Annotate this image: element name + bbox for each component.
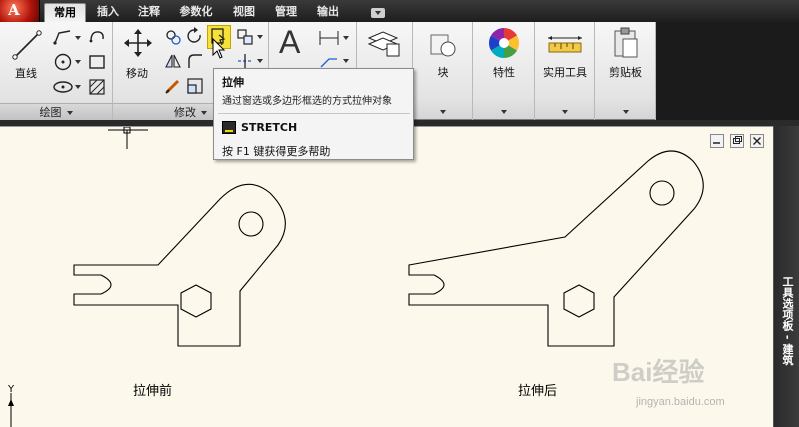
- tab-insert[interactable]: 插入: [90, 3, 126, 22]
- fillet-icon[interactable]: [185, 51, 205, 71]
- application-menu-button[interactable]: A: [0, 0, 40, 22]
- block-label: 块: [437, 66, 449, 79]
- trim-dropdown-icon[interactable]: [257, 59, 263, 63]
- polyline-icon[interactable]: [52, 27, 74, 47]
- block-icon[interactable]: [427, 28, 459, 60]
- line-label: 直线: [15, 67, 37, 80]
- circle-dropdown-icon[interactable]: [75, 60, 81, 64]
- draw-panel-title-label: 绘图: [39, 106, 62, 119]
- tab-annotate[interactable]: 注释: [131, 3, 167, 22]
- minimize-icon[interactable]: [710, 134, 724, 148]
- chevron-down-icon: [66, 111, 73, 115]
- caption-before: 拉伸前: [133, 384, 173, 399]
- mirror-icon[interactable]: [163, 51, 183, 71]
- tab-parametric[interactable]: 参数化: [172, 3, 220, 22]
- mouse-pointer-icon: [212, 38, 226, 59]
- dimension-icon[interactable]: [317, 28, 341, 48]
- baidu-watermark: Bai经验 jingyan.baidu.com: [612, 352, 772, 422]
- tab-output[interactable]: 输出: [310, 3, 346, 22]
- rectangle-icon[interactable]: [87, 52, 107, 72]
- rotate-icon[interactable]: [185, 27, 205, 47]
- stretch-tooltip: 拉伸 通过窗选或多边形框选的方式拉伸对象 STRETCH 按 F1 键获得更多帮…: [213, 68, 414, 160]
- paste-icon[interactable]: [611, 26, 641, 60]
- array-dropdown-icon[interactable]: [257, 35, 263, 39]
- leader-dropdown-icon[interactable]: [343, 59, 349, 63]
- command-line-icon: [222, 121, 236, 134]
- layer-properties-icon[interactable]: [365, 26, 401, 58]
- ucs-y-label: Y: [8, 384, 15, 395]
- tooltip-description: 通过窗选或多边形框选的方式拉伸对象: [222, 96, 392, 107]
- line-icon[interactable]: [10, 28, 44, 62]
- move-label: 移动: [126, 67, 148, 80]
- measure-icon[interactable]: [546, 30, 584, 58]
- tooltip-title: 拉伸: [222, 76, 244, 89]
- polyline-dropdown-icon[interactable]: [75, 36, 81, 40]
- ucs-arrow-icon: [8, 399, 14, 406]
- tooltip-help: 按 F1 键获得更多帮助: [222, 145, 331, 158]
- modify-panel-title-label: 修改: [174, 106, 196, 119]
- erase-icon[interactable]: [163, 76, 183, 96]
- block-dropdown-icon[interactable]: [440, 110, 446, 114]
- restore-icon[interactable]: [730, 134, 744, 148]
- arc-icon[interactable]: [87, 27, 107, 47]
- clipboard-panel: 剪贴板: [595, 22, 656, 120]
- draw-panel-title[interactable]: 绘图: [0, 103, 112, 120]
- properties-panel: 特性: [473, 22, 535, 120]
- hatch-icon[interactable]: [87, 77, 107, 97]
- utilities-label: 实用工具: [543, 66, 587, 79]
- array-icon[interactable]: [235, 27, 255, 47]
- tooltip-divider: [218, 113, 410, 114]
- tab-home[interactable]: 常用: [44, 3, 86, 22]
- watermark-brand: Bai经验: [612, 357, 705, 387]
- ribbon-empty-area: [656, 22, 799, 120]
- caption-after: 拉伸后: [518, 384, 558, 399]
- clipboard-label: 剪贴板: [609, 66, 642, 79]
- autocad-logo-icon: A: [8, 1, 20, 19]
- circle-icon[interactable]: [52, 52, 74, 72]
- chevron-down-icon: [201, 111, 207, 115]
- block-panel: 块: [413, 22, 473, 120]
- tool-palette-strip[interactable]: 工具选项板 - 建筑: [773, 126, 799, 427]
- text-icon[interactable]: A: [279, 24, 300, 61]
- ribbon-minimize-button[interactable]: [371, 8, 385, 18]
- autocad-window: A 常用 插入 注释 参数化 视图 管理 输出 直线 绘图 移动 修改 A 块 …: [0, 0, 799, 427]
- tool-palette-label: 工具选项板 - 建筑: [781, 276, 794, 366]
- clipboard-dropdown-icon[interactable]: [623, 110, 629, 114]
- utilities-panel: 实用工具: [535, 22, 595, 120]
- viewport-window-controls: [706, 134, 768, 150]
- tab-view[interactable]: 视图: [226, 3, 262, 22]
- draw-panel: 直线 绘图: [0, 22, 113, 120]
- ellipse-dropdown-icon[interactable]: [75, 85, 81, 89]
- properties-dropdown-icon[interactable]: [501, 110, 507, 114]
- move-icon[interactable]: [123, 28, 153, 58]
- tooltip-command: STRETCH: [241, 121, 298, 134]
- color-wheel-icon[interactable]: [487, 26, 521, 60]
- scale-icon[interactable]: [185, 76, 205, 96]
- properties-label: 特性: [493, 66, 515, 79]
- dimension-dropdown-icon[interactable]: [343, 36, 349, 40]
- ellipse-icon[interactable]: [52, 77, 74, 97]
- part-after-stretch: [408, 150, 704, 347]
- part-before-stretch: [73, 183, 286, 347]
- watermark-url: jingyan.baidu.com: [636, 396, 725, 408]
- utilities-dropdown-icon[interactable]: [562, 110, 568, 114]
- close-icon[interactable]: [750, 134, 764, 148]
- tab-manage[interactable]: 管理: [268, 3, 304, 22]
- ribbon-tab-strip: A 常用 插入 注释 参数化 视图 管理 输出: [0, 0, 799, 22]
- copy-icon[interactable]: [163, 27, 183, 47]
